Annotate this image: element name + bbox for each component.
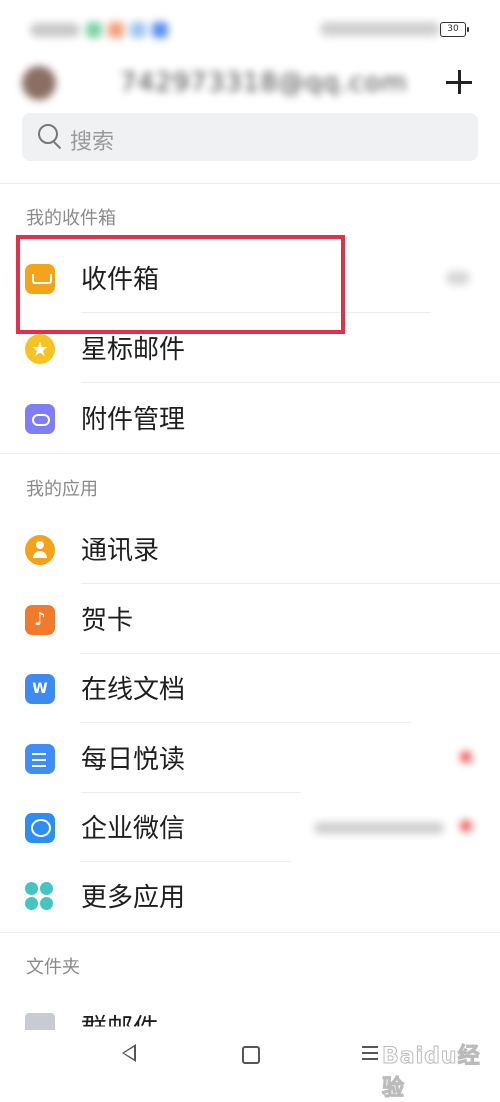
search-placeholder: 搜索 bbox=[70, 130, 115, 155]
separator bbox=[81, 861, 291, 862]
separator bbox=[81, 722, 411, 723]
divider bbox=[0, 932, 500, 933]
attachment-icon bbox=[25, 404, 55, 434]
contacts-icon bbox=[25, 535, 55, 565]
menu-icon[interactable] bbox=[362, 1046, 378, 1060]
mailbox-label: 星标邮件 bbox=[81, 335, 186, 365]
section-title-folders: 文件夹 bbox=[26, 957, 80, 978]
status-bar: 30 bbox=[0, 0, 500, 58]
battery-icon: 30 bbox=[440, 22, 469, 37]
account-email: 742973318@qq.com bbox=[120, 68, 408, 98]
back-icon[interactable] bbox=[122, 1044, 136, 1062]
app-item-greeting-card[interactable]: ♪ 贺卡 bbox=[0, 586, 500, 654]
new-dot-badge bbox=[460, 751, 472, 763]
navigation-bar: Baidu经验 bbox=[0, 1030, 500, 1102]
mailbox-label: 附件管理 bbox=[81, 405, 186, 435]
separator bbox=[81, 583, 500, 584]
search-input[interactable]: 搜索 bbox=[22, 113, 478, 161]
unread-count-badge bbox=[446, 271, 470, 285]
app-label: 通讯录 bbox=[81, 536, 160, 566]
more-apps-icon bbox=[25, 882, 55, 912]
daily-reading-icon bbox=[25, 744, 55, 774]
app-item-more-apps[interactable]: 更多应用 bbox=[0, 863, 500, 931]
divider bbox=[0, 453, 500, 454]
status-right-icons bbox=[320, 22, 440, 36]
app-item-daily-reading[interactable]: 每日悦读 bbox=[0, 725, 500, 793]
app-label: 贺卡 bbox=[81, 606, 134, 636]
app-item-contacts[interactable]: 通讯录 bbox=[0, 516, 500, 584]
separator bbox=[81, 792, 301, 793]
wecom-preview-text bbox=[314, 822, 444, 834]
wecom-icon bbox=[25, 813, 55, 843]
separator bbox=[81, 382, 500, 383]
online-doc-icon: W bbox=[25, 674, 55, 704]
separator bbox=[81, 653, 500, 654]
app-label: 更多应用 bbox=[81, 883, 186, 913]
divider bbox=[0, 183, 500, 184]
new-dot-badge bbox=[460, 820, 472, 832]
status-left-icons bbox=[30, 22, 168, 38]
plus-icon[interactable] bbox=[440, 62, 480, 102]
app-item-wecom[interactable]: 企业微信 bbox=[0, 794, 500, 862]
watermark: Baidu经验 bbox=[382, 1044, 481, 1102]
app-item-online-doc[interactable]: W 在线文档 bbox=[0, 655, 500, 723]
app-label: 企业微信 bbox=[81, 814, 186, 844]
section-title-mailboxes: 我的收件箱 bbox=[26, 208, 116, 229]
avatar[interactable] bbox=[22, 66, 56, 100]
highlight-box bbox=[16, 235, 345, 334]
mailbox-item-attachments[interactable]: 附件管理 bbox=[0, 385, 500, 453]
greeting-card-icon: ♪ bbox=[25, 605, 55, 635]
app-label: 每日悦读 bbox=[81, 745, 186, 775]
account-row[interactable]: 742973318@qq.com bbox=[0, 58, 500, 108]
app-label: 在线文档 bbox=[81, 675, 186, 705]
home-icon[interactable] bbox=[242, 1046, 260, 1064]
section-title-apps: 我的应用 bbox=[26, 479, 98, 500]
star-icon: ★ bbox=[25, 334, 55, 364]
search-icon bbox=[38, 124, 58, 144]
